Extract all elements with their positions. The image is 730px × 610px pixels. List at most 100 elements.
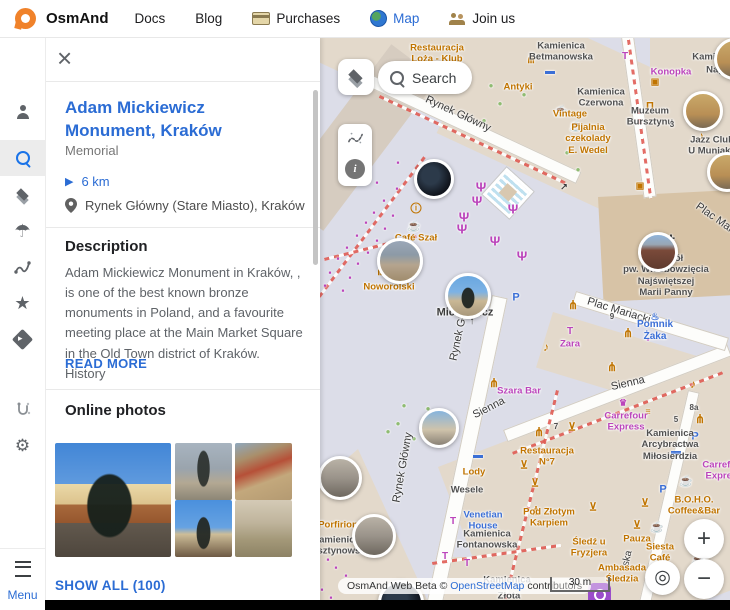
photo-thumbnail-large[interactable] (55, 443, 171, 557)
distance-value: 6 km (81, 174, 109, 189)
photo-marker[interactable] (683, 91, 723, 131)
hamburger-icon (15, 561, 31, 577)
address-text: Rynek Główny (Stare Miasto), Kraków (85, 198, 305, 213)
map-poi-icon: ▪ (364, 219, 367, 228)
map-poi-icon: ▪ (391, 212, 394, 221)
sidebar-item-favorites[interactable]: ★ (0, 285, 45, 321)
poi-type-label: Memorial (65, 143, 118, 158)
map-poi-icon: Ψ (490, 235, 501, 248)
globe-icon (370, 10, 387, 27)
nav-item-map[interactable]: Map (370, 10, 419, 27)
map-poi-icon: ▪ (382, 197, 385, 206)
nav-item-label: Docs (135, 11, 166, 26)
gear-icon: ⚙ (15, 437, 30, 454)
map-poi-icon: ▪ (348, 274, 351, 283)
photo-marker[interactable] (352, 514, 396, 558)
umbrella-icon: ☂ (14, 222, 30, 240)
nav-item-docs[interactable]: Docs (135, 11, 166, 26)
photo-thumbnail[interactable] (235, 500, 292, 557)
details-panel: × Adam Mickiewicz Monument, Kraków Memor… (45, 37, 320, 610)
track-graph-icon[interactable] (347, 131, 364, 146)
map-poi-icon: Ψ (472, 195, 483, 208)
photo-thumbnail[interactable] (235, 443, 292, 500)
people-icon (449, 13, 466, 25)
map-search-button[interactable]: Search (378, 61, 472, 94)
nav-item-blog[interactable]: Blog (195, 11, 222, 26)
sidebar-item-weather[interactable]: ☂ (0, 213, 45, 249)
panel-scrollbar[interactable] (313, 90, 318, 265)
map-layers-button[interactable] (338, 59, 374, 95)
sidebar-item-tracks[interactable] (0, 249, 45, 285)
sidebar-item-search[interactable] (0, 140, 45, 176)
nav-item-label: Purchases (276, 11, 340, 26)
map-label: Noworolski (363, 281, 414, 292)
description-heading: Description (65, 238, 148, 255)
search-icon (16, 151, 30, 165)
fountain-structure (483, 168, 534, 219)
plan-route-icon (14, 401, 32, 419)
photo-marker[interactable] (320, 456, 362, 500)
attribution-prefix: OsmAnd Web Beta © (347, 580, 450, 592)
map-canvas[interactable]: ⋔⋔⋔⋔⋔⋔⋔⋔⋔☕☕☕☕☕☕⊻⊻⊻⊻⊻⊻♪♪♪PPP▬▬▬Π†▣▣♛≡♨ΨΨΨ… (320, 37, 730, 610)
nav-item-join-us[interactable]: Join us (449, 11, 515, 26)
photo-marker[interactable] (414, 159, 454, 199)
sidebar-item-settings[interactable]: ⚙ (0, 427, 45, 463)
photo-marker[interactable] (638, 232, 678, 272)
direction-arrow-icon: ▶ (65, 175, 73, 188)
zoom-out-button[interactable]: − (684, 559, 724, 599)
map-poi-icon: i (411, 203, 422, 214)
map-poi-icon: Ψ (517, 250, 528, 263)
bottom-black-strip (45, 600, 730, 610)
map-scale: 30 m (550, 577, 610, 592)
brand-name[interactable]: OsmAnd (46, 10, 109, 27)
minus-icon: − (697, 565, 711, 593)
map-poi-icon: Ψ (457, 223, 468, 236)
nav-item-purchases[interactable]: Purchases (252, 11, 340, 26)
sidebar-item-navigation[interactable]: ▸ (0, 321, 45, 357)
page-title: Adam Mickiewicz Monument, Kraków (65, 97, 300, 143)
map-poi-icon: Ψ (459, 211, 470, 224)
info-button[interactable]: i (345, 159, 365, 179)
photo-thumbnail[interactable] (175, 443, 232, 500)
divider (45, 389, 320, 390)
map-poi-icon: ▪ (372, 209, 375, 218)
photo-marker[interactable] (377, 238, 423, 284)
openstreetmap-link[interactable]: OpenStreetMap (450, 580, 524, 592)
sidebar-item-plan-route[interactable] (0, 392, 45, 428)
map-poi-icon: ▪ (356, 260, 359, 269)
sidebar-item-layers[interactable] (0, 177, 45, 213)
photo-marker[interactable] (419, 408, 459, 448)
navigate-arrow-glyph: ▸ (18, 333, 23, 344)
read-more-link[interactable]: READ MORE (65, 356, 147, 371)
location-pin-icon (65, 198, 77, 213)
locate-button[interactable]: ◎ (645, 560, 680, 595)
divider (45, 81, 320, 82)
photo-thumbnail[interactable] (175, 500, 232, 557)
map-poi-icon: ☕ (407, 222, 421, 233)
purchases-card-icon (252, 12, 270, 25)
plus-icon: + (697, 525, 711, 553)
map-poi-icon: ● (412, 435, 417, 443)
zoom-in-button[interactable]: + (684, 519, 724, 559)
nav-item-label: Blog (195, 11, 222, 26)
map-poi-icon: ▪ (383, 225, 386, 234)
route-icon (13, 258, 32, 277)
map-poi-icon: ▪ (396, 159, 399, 168)
photo-marker[interactable] (445, 273, 491, 319)
map-poi-icon: ● (386, 428, 391, 436)
person-icon (16, 105, 30, 119)
star-icon: ★ (14, 294, 30, 312)
show-all-photos-link[interactable]: SHOW ALL (100) (55, 578, 166, 593)
map-poi-icon: ▪ (328, 269, 331, 278)
sidebar-item-account[interactable] (0, 94, 45, 130)
map-label: Rynek Główny (391, 432, 416, 504)
map-poi-icon: ▪ (341, 287, 344, 296)
navigate-icon: ▸ (12, 328, 33, 349)
osmand-logo-icon[interactable] (15, 8, 36, 29)
search-label: Search (412, 70, 456, 86)
online-photos-heading: Online photos (65, 402, 166, 419)
menu-button[interactable]: Menu (0, 548, 45, 602)
close-icon[interactable]: × (57, 45, 72, 71)
track-tools-panel: i (338, 124, 372, 186)
map-poi-icon: P (512, 293, 519, 304)
